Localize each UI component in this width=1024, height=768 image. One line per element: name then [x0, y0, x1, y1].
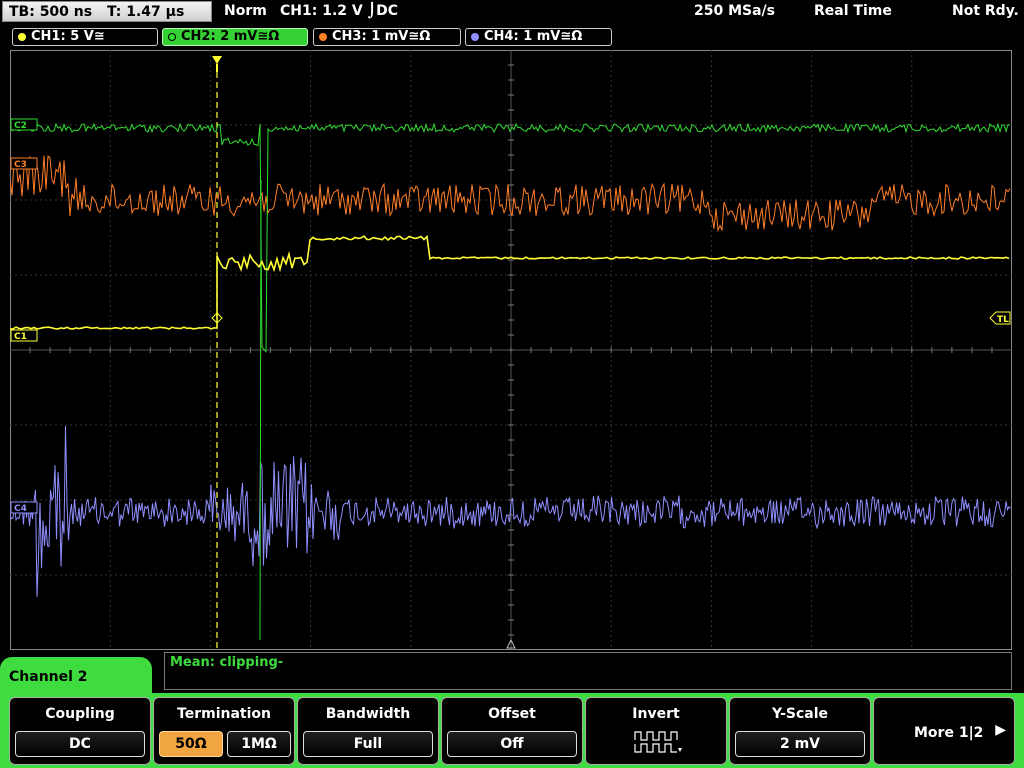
ch2-marker-label: C2: [14, 121, 27, 131]
channel-tab-ch4[interactable]: CH4: 1 mV≅Ω: [465, 28, 612, 46]
ch4-marker-label: C4: [14, 504, 27, 514]
channel-menu-title: Channel 2: [9, 669, 88, 685]
yscale-softkey[interactable]: Y-Scale 2 mV: [729, 697, 871, 765]
bandwidth-value-button[interactable]: Full: [303, 731, 433, 757]
channel-tab-ch1[interactable]: CH1: 5 V≅: [12, 28, 158, 46]
invert-waveform-icon: [634, 731, 682, 753]
waveform-canvas: C2 C3 C1 C4 TL: [10, 50, 1012, 650]
ch3-marker-label: C3: [14, 160, 27, 170]
termination-1mohm-button[interactable]: 1MΩ: [227, 731, 291, 757]
invert-softkey[interactable]: Invert: [585, 697, 727, 765]
acquisition-mode[interactable]: Real Time: [814, 3, 892, 19]
ch1-marker-label: C1: [14, 332, 27, 342]
trigger-source[interactable]: CH1: 1.2 V ⌡DC: [280, 3, 398, 19]
termination-50ohm-button[interactable]: 50Ω: [159, 731, 223, 757]
ch2-marker: C2: [10, 118, 38, 131]
trigger-level-label: TL: [997, 315, 1009, 325]
offset-softkey[interactable]: Offset Off: [441, 697, 583, 765]
channel-tab-ch3[interactable]: CH3: 1 mV≅Ω: [313, 28, 461, 46]
chevron-right-icon: ▶: [995, 722, 1006, 738]
measurement-row: Mean: clipping-: [164, 652, 1012, 690]
channel-tab-label: CH2: 2 mV≅Ω: [181, 29, 280, 44]
channel-tab-ch2[interactable]: CH2: 2 mV≅Ω: [162, 28, 308, 46]
ch1-color-dot: [18, 33, 26, 41]
timebase-value: TB: 500 ns: [9, 4, 93, 20]
more-label: More 1|2: [914, 725, 984, 741]
offset-title: Offset: [488, 706, 536, 722]
more-softkey[interactable]: More 1|2 ▶: [873, 697, 1015, 765]
timebase-box[interactable]: TB: 500 ns T: 1.47 µs: [2, 1, 212, 22]
channel-tab-label: CH3: 1 mV≅Ω: [332, 29, 431, 44]
coupling-value-button[interactable]: DC: [15, 731, 145, 757]
ch3-marker: C3: [10, 157, 38, 170]
mean-measurement: Mean: clipping-: [170, 655, 284, 670]
status-bar: TB: 500 ns T: 1.47 µs Norm CH1: 1.2 V ⌡D…: [0, 0, 1024, 24]
offset-value-button[interactable]: Off: [447, 731, 577, 757]
bandwidth-softkey[interactable]: Bandwidth Full: [297, 697, 439, 765]
ch1-marker: C1: [10, 329, 38, 342]
waveform-display[interactable]: C2 C3 C1 C4 TL: [10, 50, 1012, 650]
channel-tab-label: CH1: 5 V≅: [31, 29, 105, 44]
ch2-color-dot: [168, 33, 176, 41]
yscale-title: Y-Scale: [771, 706, 828, 722]
coupling-title: Coupling: [45, 706, 115, 722]
termination-softkey[interactable]: Termination 50Ω 1MΩ: [153, 697, 295, 765]
ch4-marker: C4: [10, 501, 38, 514]
invert-title: Invert: [632, 706, 680, 722]
coupling-softkey[interactable]: Coupling DC: [9, 697, 151, 765]
trigger-time-value: T: 1.47 µs: [106, 4, 185, 20]
yscale-value-button[interactable]: 2 mV: [735, 731, 865, 757]
bandwidth-title: Bandwidth: [325, 706, 411, 722]
trigger-mode[interactable]: Norm: [224, 3, 267, 19]
ch4-color-dot: [471, 33, 479, 41]
ch3-color-dot: [319, 33, 327, 41]
termination-title: Termination: [177, 706, 271, 722]
sample-rate: 250 MSa/s: [694, 3, 776, 19]
channel-tab-label: CH4: 1 mV≅Ω: [484, 29, 583, 44]
trigger-status: Not Rdy.: [952, 3, 1019, 19]
